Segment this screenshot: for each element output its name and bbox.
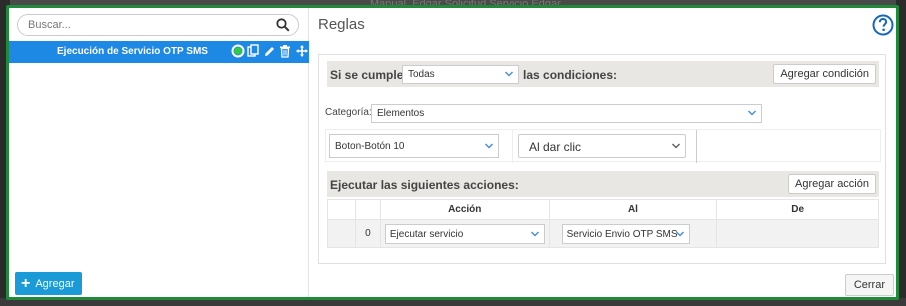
add-rule-button[interactable]: + Agregar	[15, 272, 83, 295]
plus-icon: +	[21, 274, 31, 292]
column-header-de: De	[716, 199, 879, 220]
rule-item-actions	[231, 44, 308, 59]
add-action-button[interactable]: Agregar acción	[788, 174, 876, 194]
rule-list-item[interactable]: Ejecución de Servicio OTP SMS	[9, 41, 309, 63]
edit-icon[interactable]	[263, 44, 276, 59]
chevron-down-icon	[675, 229, 685, 239]
add-rule-label: Agregar	[35, 277, 75, 290]
category-label: Categoría:	[325, 107, 372, 118]
chevron-down-icon	[671, 141, 681, 151]
rules-list-panel: Ejecución de Servicio OTP SMS	[9, 8, 309, 297]
event-value: Al dar clic	[529, 140, 582, 154]
rule-list-item-label: Ejecución de Servicio OTP SMS	[57, 46, 208, 57]
rule-editor-panel: Reglas Si se cumplen Todas las condicion…	[310, 8, 896, 297]
conditions-suffix-label: las condiciones:	[523, 68, 618, 82]
close-button[interactable]: Cerrar	[844, 274, 894, 296]
element-select[interactable]: Boton-Botón 10	[329, 134, 499, 158]
chevron-down-icon	[484, 141, 494, 151]
service-select[interactable]: Servicio Envio OTP SMS	[561, 223, 691, 244]
move-icon[interactable]	[295, 44, 308, 59]
condition-row-divider	[512, 130, 513, 163]
actions-table-header-row: Acción Al De	[327, 199, 879, 220]
active-status-icon[interactable]	[231, 44, 245, 59]
delete-icon[interactable]	[279, 44, 292, 59]
conditions-prefix-label: Si se cumplen	[330, 68, 411, 82]
copy-icon[interactable]	[247, 44, 260, 59]
category-select[interactable]: Elementos	[371, 104, 762, 123]
category-value: Elementos	[377, 108, 425, 119]
actions-table: Acción Al De 0 Ejecutar servicio Servici…	[327, 199, 879, 248]
chevron-down-icon	[530, 229, 540, 239]
row-index: 0	[354, 219, 381, 248]
add-condition-button[interactable]: Agregar condición	[773, 64, 876, 84]
column-header-accion: Acción	[379, 199, 550, 220]
from-cell	[716, 219, 879, 248]
condition-match-value: Todas	[408, 69, 435, 80]
actions-header-label: Ejecutar las siguientes acciones:	[330, 178, 519, 192]
service-value: Servicio Envio OTP SMS	[566, 228, 678, 240]
actions-header: Ejecutar las siguientes acciones: Agrega…	[327, 171, 879, 197]
element-value: Boton-Botón 10	[335, 141, 405, 152]
rules-modal: Ejecución de Servicio OTP SMS	[6, 5, 899, 300]
event-select[interactable]: Al dar clic	[518, 134, 686, 158]
condition-match-select[interactable]: Todas	[402, 65, 519, 84]
chevron-down-icon	[504, 69, 514, 79]
search-box[interactable]	[17, 14, 299, 36]
conditions-header: Si se cumplen Todas las condiciones: Agr…	[327, 61, 879, 87]
rule-config-panel: Si se cumplen Todas las condiciones: Agr…	[318, 54, 886, 264]
table-row: 0 Ejecutar servicio Servicio Envio OTP S…	[327, 219, 879, 248]
action-value: Ejecutar servicio	[389, 228, 464, 240]
action-select[interactable]: Ejecutar servicio	[384, 223, 545, 244]
chevron-down-icon	[747, 108, 757, 118]
search-icon[interactable]	[276, 18, 290, 32]
help-icon[interactable]	[872, 14, 894, 36]
page-title: Reglas	[318, 16, 365, 33]
column-header-al: Al	[548, 199, 718, 220]
condition-row-divider	[696, 130, 697, 163]
search-input[interactable]	[28, 18, 268, 32]
